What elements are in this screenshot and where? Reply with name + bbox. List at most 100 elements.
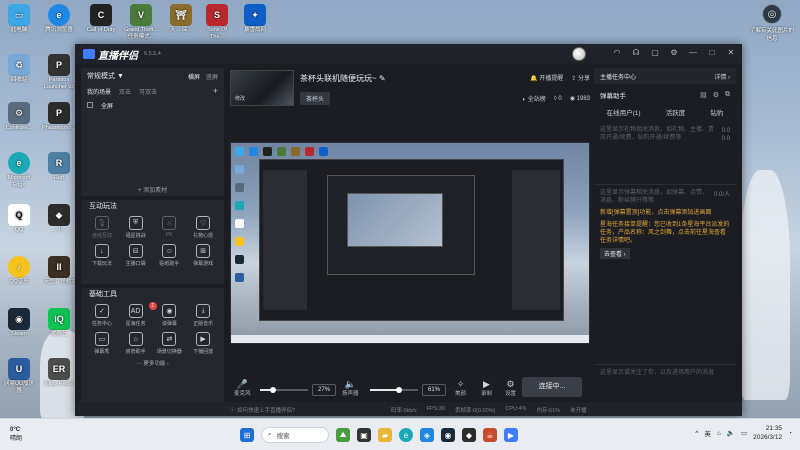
edge-icon[interactable]: e <box>399 428 413 442</box>
desktop-icon[interactable]: R Raft <box>42 152 76 182</box>
popout-icon[interactable]: ⧉ <box>725 91 730 99</box>
tool-pk[interactable]: ⚔ PK <box>153 214 187 239</box>
star-task-notice[interactable]: 星海任务接单提醒：您已收到1条星海平台派发的任务，产品名称：风之剑舞，点击前往星… <box>594 221 736 245</box>
widget-icon[interactable]: ⛰ <box>336 428 350 442</box>
top-danmu-notice[interactable]: 新增[弹幕置顶]功能，点击弹幕添加进画面 <box>594 209 736 217</box>
clock[interactable]: 21:35 2026/3/12 <box>753 424 782 442</box>
desktop-icon[interactable]: P Paradox Launcher v2 <box>42 54 76 90</box>
stream-title[interactable]: 茶杯头联机随便玩玩~ ✎ <box>300 73 386 84</box>
desktop-icon[interactable]: ER Easy Red 2 <box>42 358 76 388</box>
record-button[interactable]: ▶ 录制 <box>481 379 492 397</box>
feedback-icon[interactable]: ▢ <box>650 48 660 57</box>
speaker-toggle[interactable]: 🔈 扬声器 <box>342 379 359 397</box>
notification-icon[interactable]: ◔ <box>788 430 792 437</box>
mic-volume-slider[interactable] <box>260 387 308 393</box>
chevron-up-icon[interactable]: ^ <box>695 430 698 437</box>
avatar[interactable] <box>572 47 586 61</box>
tool-music[interactable]: ⤓ 正版音乐 <box>186 302 220 327</box>
view-task-button[interactable]: 去查看 › <box>600 248 630 259</box>
tool-room-admin[interactable]: ⌂ 房管助手 <box>119 330 153 355</box>
category-tag[interactable]: 茶杯头 <box>300 92 331 105</box>
desktop-icon[interactable]: e 腾讯浏览器 <box>42 4 76 34</box>
desktop-icon[interactable]: ▭ 此电脑 <box>2 4 36 34</box>
desktop-icon[interactable]: C Call of Duty <box>84 4 118 34</box>
rank-button[interactable]: ◐ 全站榜 <box>522 94 545 103</box>
go-live-button[interactable]: 连接中... <box>522 377 582 397</box>
desktop-icon[interactable]: Q QQ <box>2 204 36 234</box>
speaker-volume-knob[interactable] <box>396 387 403 393</box>
tool-download-play[interactable]: ↓ 下载玩法 <box>85 242 119 267</box>
app-icon[interactable]: ◆ <box>462 428 476 442</box>
file-explorer-icon[interactable]: ▰ <box>378 428 392 442</box>
tab-activity[interactable]: 活跃度 <box>666 107 686 117</box>
desktop-icon[interactable]: U 网易UU加速器 <box>2 358 36 394</box>
mic-toggle[interactable]: 🎤 麦克风 <box>234 379 251 397</box>
portrait-toggle[interactable]: 竖屏 <box>206 72 218 81</box>
tab-online-users[interactable]: 在线用户(1) <box>607 107 641 117</box>
desktop-icon[interactable]: P Phasmopho... <box>42 102 76 132</box>
tool-star-task[interactable]: AD 1 星海任务 <box>119 302 157 327</box>
battery-icon[interactable]: ▭ <box>741 429 747 437</box>
tool-sticker[interactable]: ☺ 贴纸助手 <box>153 242 187 267</box>
headset-icon[interactable]: ◠ <box>612 48 622 57</box>
tab-my-scenes[interactable]: 我的场景 <box>87 87 111 96</box>
store-icon[interactable]: ◈ <box>420 428 434 442</box>
desktop-icon[interactable]: ✦ 暴雪战网 <box>238 4 272 34</box>
speaker-volume-slider[interactable] <box>370 387 418 393</box>
desktop-icon[interactable]: II 天国：拯救2 <box>42 256 76 286</box>
tool-task-center[interactable]: ✓ 任务中心 <box>85 302 119 327</box>
desktop-icon[interactable]: ♪ QQ音乐 <box>2 256 36 286</box>
speaker-volume-value[interactable]: 61% <box>422 384 446 396</box>
tool-danmu-chat[interactable]: ◉ 谈弹幕 <box>153 302 187 327</box>
desktop-icon[interactable]: ⚙ Controlle... <box>2 102 36 132</box>
maximize-icon[interactable]: □ <box>707 48 717 57</box>
taskbar-search[interactable]: ⌕ 搜索 <box>261 427 329 443</box>
image-info-shortcut[interactable]: ◎ 了解有关此图片的信息 <box>748 4 796 42</box>
desktop-icon[interactable]: ◆... 小... <box>42 204 76 234</box>
game-icon[interactable]: ☕ <box>483 428 497 442</box>
live-companion-icon[interactable]: ▶ <box>504 428 518 442</box>
edit-icon[interactable]: ✎ <box>379 74 386 83</box>
ime-indicator[interactable]: 英 <box>704 428 711 438</box>
details-link[interactable]: 详情 › <box>714 72 730 81</box>
share-button[interactable]: ⇪ 分享 <box>571 73 590 82</box>
desktop-icon[interactable]: ♻ 回收站 <box>2 54 36 84</box>
add-source-button[interactable]: + 添加素材 <box>81 185 224 194</box>
tab-diamond[interactable]: 钻豹 <box>710 107 723 117</box>
remind-button[interactable]: 🔔 开播提醒 <box>530 73 563 82</box>
minimize-icon[interactable]: — <box>688 48 698 57</box>
volume-icon[interactable]: 🔈 <box>727 429 735 437</box>
weather-widget[interactable]: 0°C 晴朗 <box>10 427 22 442</box>
mic-volume-value[interactable]: 27% <box>312 384 336 396</box>
tab-double-click[interactable]: 双击 <box>119 87 131 96</box>
desktop-icon[interactable]: iQ 爱奇艺 <box>42 308 76 338</box>
stream-cover[interactable]: 修改 <box>230 70 294 106</box>
stream-preview[interactable] <box>230 142 590 344</box>
add-scene-button[interactable]: + <box>213 86 218 96</box>
landscape-toggle[interactable]: 横屏 <box>188 72 200 81</box>
tool-danmu-show[interactable]: ▭ 弹幕秀 <box>85 330 119 355</box>
settings-button[interactable]: ⚙ 设置 <box>505 379 516 397</box>
steam-icon[interactable]: ◉ <box>441 428 455 442</box>
beauty-button[interactable]: ✧ 美颜 <box>455 379 466 397</box>
settings-icon[interactable]: ⚙ <box>669 48 679 57</box>
desktop-icon[interactable]: V Grand Theft... 任务模式... <box>124 4 158 40</box>
help-link[interactable]: ⓘ 如何快速上手直播伴侣? <box>230 406 295 414</box>
mic-volume-knob[interactable] <box>269 387 276 393</box>
tool-danmu-game[interactable]: ⊞ 弹幕游戏 <box>186 242 220 267</box>
desktop-icon[interactable]: ◉ Steam <box>2 308 36 338</box>
settings-icon[interactable]: ⚙ <box>713 91 719 99</box>
desktop-icon[interactable]: S Sons Of The... <box>200 4 234 40</box>
customer-service-icon[interactable]: ☊ <box>631 48 641 57</box>
windows-start-icon[interactable]: ⊞ <box>240 428 254 442</box>
desktop-icon[interactable]: e Microsoft Edge <box>2 152 36 188</box>
scene-item-fullscreen[interactable]: 全屏 <box>81 98 224 112</box>
tool-gift-wish[interactable]: ♡ 礼物心愿 <box>186 214 220 239</box>
tool-scene-switch[interactable]: ⇄ 场景切换器 <box>153 330 187 355</box>
mode-select[interactable]: 常规模式 ▼ <box>87 71 124 81</box>
desktop-icon[interactable]: ⛩ 天... 保... <box>164 4 198 34</box>
tool-lucky-star[interactable]: ⛨ 福星挑战 <box>119 214 153 239</box>
document-icon[interactable]: ▤ <box>700 91 707 99</box>
tab-can-double-click[interactable]: 可双击 <box>139 87 157 96</box>
tool-replay[interactable]: ▶ 下播回放 <box>186 330 220 355</box>
